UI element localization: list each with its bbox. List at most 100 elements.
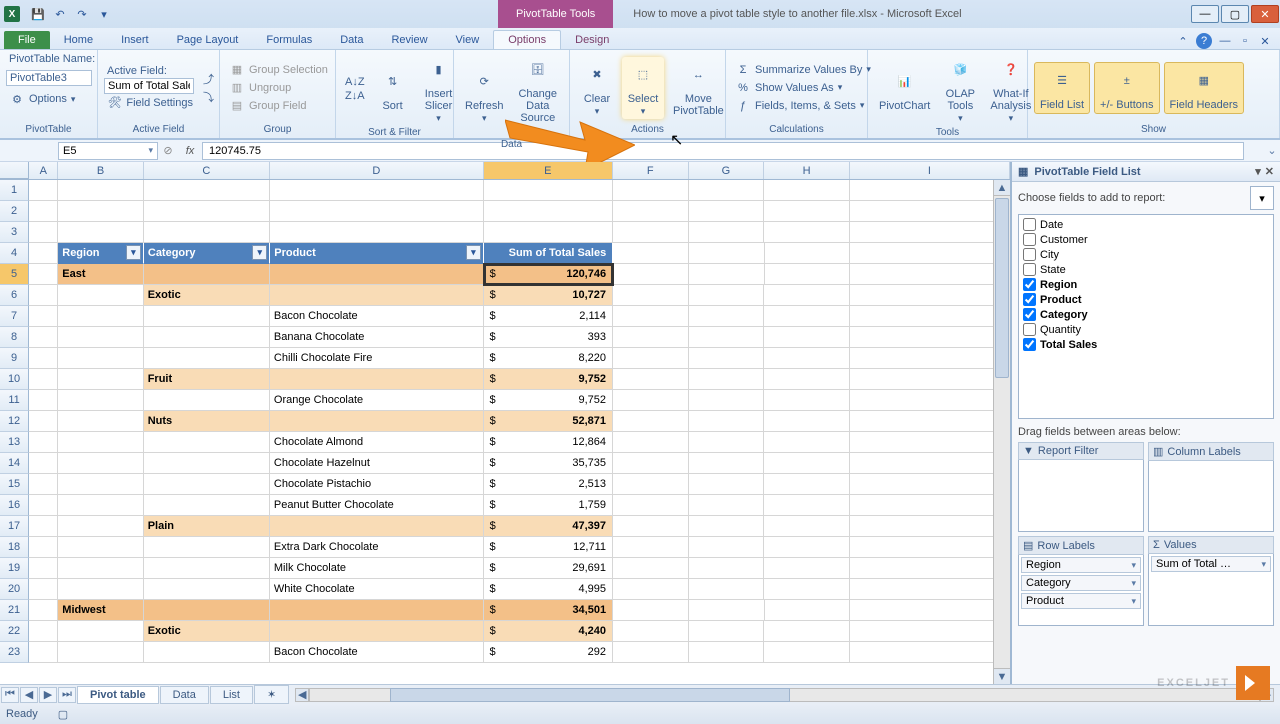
cell[interactable] — [613, 222, 689, 243]
cell[interactable] — [764, 621, 849, 642]
scroll-up-icon[interactable]: ▲ — [994, 180, 1010, 196]
doc-restore-icon[interactable]: ▫ — [1238, 34, 1252, 48]
cell[interactable]: Nuts — [144, 411, 270, 432]
cell[interactable] — [850, 327, 1010, 348]
move-pivottable-button[interactable]: ↔Move PivotTable — [668, 57, 729, 119]
cell[interactable] — [764, 180, 849, 201]
field-checkbox[interactable] — [1023, 218, 1036, 231]
field-list-button[interactable]: ☰Field List — [1034, 62, 1090, 114]
cell[interactable] — [613, 285, 689, 306]
tab-insert[interactable]: Insert — [107, 31, 163, 49]
cell[interactable] — [850, 495, 1010, 516]
qat-customize-icon[interactable]: ▾ — [94, 4, 114, 24]
cell[interactable] — [689, 390, 765, 411]
cell[interactable] — [764, 642, 849, 663]
area-report-filter[interactable]: ▼Report Filter — [1018, 442, 1144, 532]
field-headers-button[interactable]: ▦Field Headers — [1164, 62, 1244, 114]
cell[interactable]: Chocolate Pistachio — [270, 474, 484, 495]
col-header-f[interactable]: F — [613, 162, 689, 179]
clear-button[interactable]: ✖Clear — [576, 57, 618, 119]
cell[interactable] — [29, 264, 58, 285]
cell[interactable]: Peanut Butter Chocolate — [270, 495, 484, 516]
pivotchart-button[interactable]: 📊PivotChart — [874, 64, 935, 114]
cell[interactable] — [144, 264, 270, 285]
cell[interactable]: $10,727 — [484, 285, 613, 306]
tab-view[interactable]: View — [442, 31, 494, 49]
cell[interactable]: $1,759 — [484, 495, 613, 516]
pane-close-icon[interactable]: ✕ — [1265, 165, 1274, 178]
cell[interactable] — [58, 306, 143, 327]
scroll-down-icon[interactable]: ▼ — [994, 668, 1010, 684]
tab-design[interactable]: Design — [561, 31, 623, 49]
field-checkbox-row[interactable]: Quantity — [1021, 322, 1271, 337]
area-item[interactable]: Product▾ — [1021, 593, 1141, 609]
tab-page-layout[interactable]: Page Layout — [163, 31, 253, 49]
cell[interactable] — [613, 264, 689, 285]
pane-layout-icon[interactable]: ▾ — [1250, 186, 1274, 210]
cell[interactable] — [689, 411, 765, 432]
tab-home[interactable]: Home — [50, 31, 107, 49]
row-header[interactable]: 7 — [0, 306, 29, 327]
cell[interactable] — [689, 642, 765, 663]
cell[interactable] — [764, 474, 849, 495]
cell[interactable] — [689, 264, 765, 285]
row-header[interactable]: 12 — [0, 411, 29, 432]
cell[interactable] — [689, 579, 765, 600]
cell[interactable] — [144, 537, 270, 558]
cell[interactable] — [29, 537, 58, 558]
row-header[interactable]: 18 — [0, 537, 29, 558]
cell[interactable] — [29, 390, 58, 411]
cell[interactable] — [144, 600, 270, 621]
undo-icon[interactable]: ↶ — [50, 4, 70, 24]
cell[interactable]: East — [58, 264, 144, 285]
field-checkbox-row[interactable]: City — [1021, 247, 1271, 262]
col-header-d[interactable]: D — [270, 162, 484, 179]
cell[interactable] — [613, 621, 689, 642]
row-header[interactable]: 13 — [0, 432, 29, 453]
cell[interactable] — [58, 558, 143, 579]
tab-nav-first-icon[interactable]: ⏮ — [1, 687, 19, 703]
field-checkbox[interactable] — [1023, 263, 1036, 276]
cell[interactable] — [484, 222, 613, 243]
show-values-button[interactable]: %Show Values As — [732, 79, 874, 97]
row-header[interactable]: 9 — [0, 348, 29, 369]
col-header-i[interactable]: I — [850, 162, 1010, 179]
cell[interactable] — [29, 495, 58, 516]
cell[interactable]: Region▾ — [58, 243, 144, 264]
cell[interactable] — [764, 432, 849, 453]
cell[interactable]: $47,397 — [484, 516, 613, 537]
cancel-formula-icon[interactable]: ⊘ — [158, 144, 178, 157]
cell[interactable]: $34,501 — [484, 600, 613, 621]
cell[interactable] — [144, 306, 270, 327]
cell[interactable] — [58, 432, 143, 453]
cell[interactable] — [613, 180, 689, 201]
field-checkbox[interactable] — [1023, 278, 1036, 291]
cell[interactable] — [613, 327, 689, 348]
row-header[interactable]: 14 — [0, 453, 29, 474]
cell[interactable] — [764, 411, 849, 432]
cell[interactable]: $52,871 — [484, 411, 613, 432]
tab-nav-last-icon[interactable]: ⏭ — [58, 687, 76, 703]
cell[interactable] — [764, 558, 849, 579]
field-checkbox-row[interactable]: Region — [1021, 277, 1271, 292]
cell[interactable] — [613, 411, 689, 432]
row-header[interactable]: 22 — [0, 621, 29, 642]
col-header-h[interactable]: H — [764, 162, 849, 179]
cell[interactable] — [764, 516, 849, 537]
cell[interactable]: $2,114 — [484, 306, 613, 327]
cell[interactable] — [764, 327, 849, 348]
tab-nav-next-icon[interactable]: ▶ — [39, 687, 57, 703]
select-button[interactable]: ⬚Select — [622, 57, 664, 119]
field-checkbox-row[interactable]: Category — [1021, 307, 1271, 322]
cell[interactable]: $4,995 — [484, 579, 613, 600]
cell[interactable] — [270, 369, 484, 390]
ribbon-minimize-icon[interactable]: ⌃ — [1176, 34, 1190, 48]
cell[interactable] — [689, 306, 765, 327]
macro-record-icon[interactable]: ▢ — [58, 708, 68, 721]
cell[interactable] — [689, 243, 765, 264]
hscroll-left-icon[interactable]: ◀ — [295, 688, 309, 702]
area-item[interactable]: Category▾ — [1021, 575, 1141, 591]
cell[interactable] — [613, 453, 689, 474]
cell[interactable] — [765, 243, 850, 264]
cell[interactable] — [270, 201, 484, 222]
